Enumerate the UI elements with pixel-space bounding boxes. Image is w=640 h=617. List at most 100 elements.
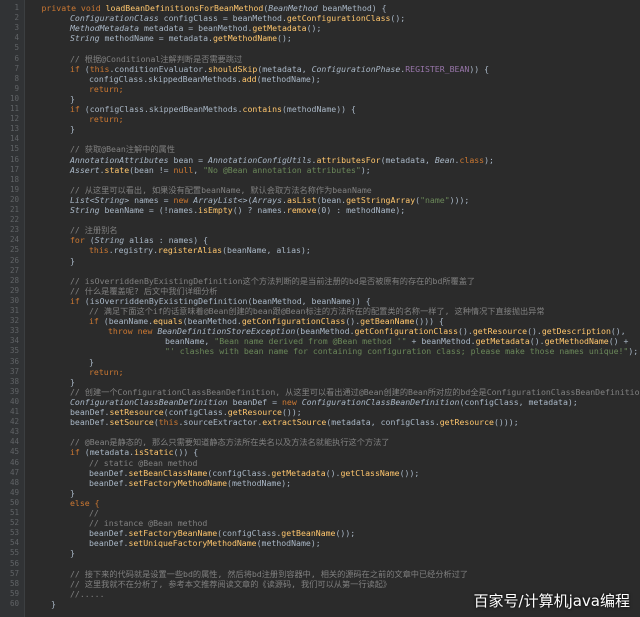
code-line: 22 [0,215,640,225]
code-line: 48 beanDef.setFactoryMethodName(methodNam… [0,478,640,488]
line-number: 21 [9,205,19,214]
line-number: 58 [9,578,19,588]
code-line: 11 if (configClass.skippedBeanMethods.con… [0,104,640,114]
line-number: 53 [9,528,19,538]
code-line: 53 beanDef.setFactoryBeanName(configClass… [0,528,640,538]
line-number: 28 [9,275,19,285]
code-line: 30 if (isOverriddenByExistingDefinition(b… [0,296,640,306]
line-number: 54 [9,538,19,548]
code-line: 39 // 创建一个ConfigurationClassBeanDefinitio… [0,387,640,397]
line-number: 55 [9,548,19,558]
code-line: 1 private void loadBeanDefinitionsForBean… [0,3,640,13]
code-line: 37 return; [0,367,640,377]
line-number: 2 [14,13,19,23]
code-text: beanDef.setFactoryBeanName(configClass.g… [89,528,356,539]
code-line: 2 ConfigurationClass configClass = beanMe… [0,13,640,23]
line-number: 50 [9,497,19,507]
code-text: beanDef.setUniqueFactoryMethodName(metho… [89,538,321,549]
line-number: 24 [9,235,19,245]
code-line: 47 beanDef.setBeanClassName(configClass.g… [0,468,640,478]
code-text: } [70,255,75,266]
code-line: 17 Assert.state(bean != null, "No @Bean a… [0,165,640,175]
code-line: 33 throw new BeanDefinitionStoreException… [0,326,640,336]
code-text: if (configClass.skippedBeanMethods.conta… [70,104,356,114]
code-text: // 接下来的代码就是设置一些bd的属性, 然后将bd注册到容器中, 相关的源码… [70,568,469,579]
line-number: 52 [9,518,19,528]
line-number: 43 [9,427,19,437]
code-line: 25 this.registry.registerAlias(beanName, … [0,245,640,255]
line-number: 5 [14,43,19,53]
code-line: 28 // isOverriddenByExistingDefinition这个方… [0,276,640,286]
line-number: 42 [9,417,19,427]
line-number: 17 [9,164,19,174]
line-number: 6 [14,53,19,63]
line-number: 30 [9,295,19,305]
code-line: 19 // 从这里可以看出, 如果没有配置beanName, 默认会取方法名称作为… [0,185,640,195]
line-number: 57 [9,568,19,578]
code-text: private void loadBeanDefinitionsForBeanM… [41,3,387,13]
code-line: 44 // @Bean是静态的, 那么只需要知道静态方法所在类名以及方法名就能执行… [0,437,640,447]
line-number: 7 [14,63,19,73]
code-text: ConfigurationClass configClass = beanMet… [70,13,406,24]
code-line: 23 // 注册别名 [0,225,640,235]
line-number: 34 [9,336,19,346]
code-line: 50 else { [0,498,640,508]
code-text: beanDef.setBeanClassName(configClass.get… [89,467,420,478]
code-editor[interactable]: 1 private void loadBeanDefinitionsForBean… [0,0,640,617]
code-text: } [70,124,75,135]
code-text: // @Bean是静态的, 那么只需要知道静态方法所在类名以及方法名就能执行这个… [70,437,390,448]
line-number: 9 [14,83,19,93]
line-number: 47 [9,467,19,477]
code-text: beanDef.setFactoryMethodName(methodName)… [89,477,292,488]
code-line: 46 // static @Bean method [0,458,640,468]
code-text: } [70,376,75,387]
code-text: for (String alias : names) { [70,235,209,246]
line-number: 36 [9,356,19,366]
code-line: 31 // 满足下面这个if的话意味着@Bean创建的bean跟@Bean标注的方… [0,306,640,316]
code-line: 10} [0,94,640,104]
line-number: 37 [9,366,19,376]
code-line: 27 [0,266,640,276]
code-text: // 注册别名 [70,225,118,236]
line-number: 10 [9,93,19,103]
code-text: AnnotationAttributes bean = AnnotationCo… [70,154,494,165]
code-text: this.registry.registerAlias(beanName, al… [89,245,311,256]
code-text: // instance @Bean method [89,518,208,529]
code-line: 7 if (this.conditionEvaluator.shouldSkip(… [0,64,640,74]
code-text: // 满足下面这个if的话意味着@Bean创建的bean跟@Bean标注的方法所… [89,306,545,316]
code-text: // 获取@Bean注解中的属性 [70,144,175,155]
line-number: 48 [9,477,19,487]
line-number: 40 [9,396,19,406]
line-number: 59 [9,588,19,598]
code-text: beanDef.setResource(configClass.getResou… [70,407,302,417]
code-line: 9 return; [0,84,640,94]
code-line: 32 if (beanName.equals(beanMethod.getConf… [0,316,640,326]
code-text: // 根据@Conditional注解判断是否需要跳过 [70,53,243,64]
line-number: 4 [14,33,19,43]
line-number: 29 [9,285,19,295]
line-number: 11 [9,104,19,113]
code-line: 42 beanDef.setSource(this.sourceExtractor… [0,417,640,427]
line-number: 22 [9,215,19,225]
code-text: beanDef.setSource(this.sourceExtractor.e… [70,417,519,428]
code-text: } [70,548,75,559]
code-line: 21 String beanName = (!names.isEmpty() ? … [0,205,640,215]
code-text: if (this.conditionEvaluator.shouldSkip(m… [70,63,490,74]
line-number: 15 [9,144,19,154]
code-text: throw new BeanDefinitionStoreException(b… [108,326,626,337]
line-number: 56 [9,558,19,568]
code-line: 5 [0,43,640,53]
code-text: String beanName = (!names.isEmpty() ? na… [70,205,406,215]
code-text: configClass.skippedBeanMethods.add(metho… [89,73,321,84]
line-number: 31 [9,306,19,315]
code-text: } [51,598,56,609]
code-line: 15 // 获取@Bean注解中的属性 [0,144,640,154]
code-line: 12 return; [0,114,640,124]
code-line: 41 beanDef.setResource(configClass.getRes… [0,407,640,417]
code-line: 38} [0,377,640,387]
line-number: 16 [9,154,19,164]
code-line: 36} [0,357,640,367]
line-number: 41 [9,407,19,416]
code-text: } [89,356,94,367]
code-text: return; [89,83,124,94]
